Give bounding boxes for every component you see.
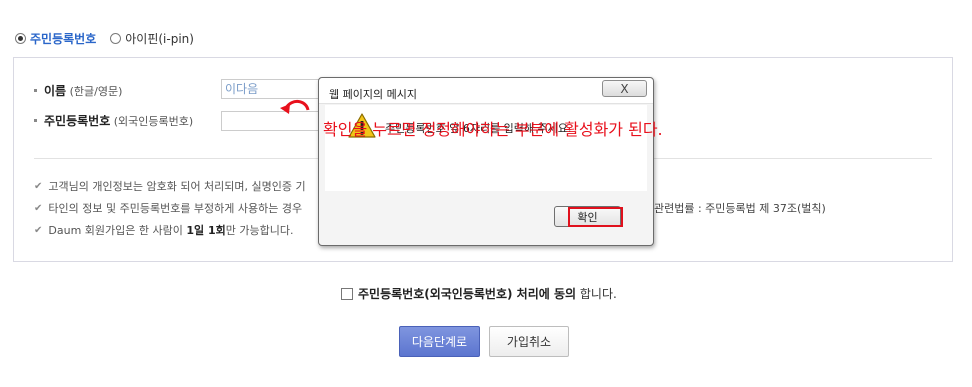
- curved-arrow-icon: [280, 100, 310, 114]
- check-icon: ✔: [34, 224, 43, 236]
- cancel-signup-button[interactable]: 가입취소: [489, 326, 569, 357]
- check-icon: ✔: [34, 180, 43, 192]
- check-icon: ✔: [34, 202, 43, 214]
- name-sublabel: (한글/영문): [69, 85, 123, 98]
- note-once-pre: Daum 회원가입은 한 사람이: [48, 224, 183, 237]
- radio-unchecked-indicator: [110, 32, 122, 44]
- note-encryption-text: 고객님의 개인정보는 암호화 되어 처리되며, 실명인증 기: [48, 180, 306, 193]
- dialog-title: 웹 페이지의 메시지: [329, 88, 417, 101]
- agreement-rest-text: 합니다.: [579, 287, 617, 301]
- bullet-icon: [34, 119, 37, 122]
- bullet-icon: [34, 89, 37, 92]
- dialog-titlebar[interactable]: 웹 페이지의 메시지 X: [319, 78, 653, 104]
- agreement-row[interactable]: 주민등록번호(외국인등록번호) 처리에 동의 합니다.: [341, 285, 617, 302]
- dialog-ok-button[interactable]: 확인: [554, 206, 621, 227]
- note-once-bold: 1일 1회: [186, 224, 226, 237]
- radio-resident-number[interactable]: 주민등록번호: [15, 30, 96, 47]
- id-field-row: 주민등록번호 (외국인등록번호): [34, 112, 193, 129]
- close-icon[interactable]: X: [602, 80, 647, 97]
- auth-method-selector: 주민등록번호 아이핀(i-pin): [15, 29, 208, 47]
- name-field-row: 이름 (한글/영문): [34, 82, 122, 99]
- radio-checked-indicator: [15, 32, 26, 44]
- note-misuse-text: 타인의 정보 및 주민등록번호를 부정하게 사용하는 경우: [48, 202, 303, 215]
- id-label: 주민등록번호: [44, 114, 111, 128]
- note-encryption: ✔ 고객님의 개인정보는 암호화 되어 처리되며, 실명인증 기: [34, 178, 306, 194]
- radio-resident-label: 주민등록번호: [30, 31, 97, 46]
- id-sublabel: (외국인등록번호): [113, 115, 194, 128]
- note-misuse: ✔ 타인의 정보 및 주민등록번호를 부정하게 사용하는 경우: [34, 200, 302, 216]
- note-once-per-day: ✔ Daum 회원가입은 한 사람이 1일 1회 만 가능합니다.: [34, 222, 293, 238]
- radio-ipin-label: 아이핀(i-pin): [125, 31, 194, 46]
- annotation-text: 확인을 누르면 정정해야하는 부분에 활성화가 된다.: [323, 120, 663, 139]
- note-once-post: 만 가능합니다.: [225, 224, 294, 237]
- agreement-bold-text: 주민등록번호(외국인등록번호) 처리에 동의: [358, 287, 577, 301]
- next-step-button[interactable]: 다음단계로: [399, 326, 480, 357]
- webpage-message-dialog: 웹 페이지의 메시지 X 주민등록번호 앞 6자리를 입력해 주세요. 확인: [318, 77, 654, 246]
- name-label: 이름: [44, 84, 67, 98]
- radio-ipin[interactable]: 아이핀(i-pin): [110, 30, 194, 47]
- law-reference-text: 관련법률 : 주민등록법 제 37조(벌칙): [654, 202, 826, 215]
- agreement-checkbox[interactable]: [341, 287, 353, 300]
